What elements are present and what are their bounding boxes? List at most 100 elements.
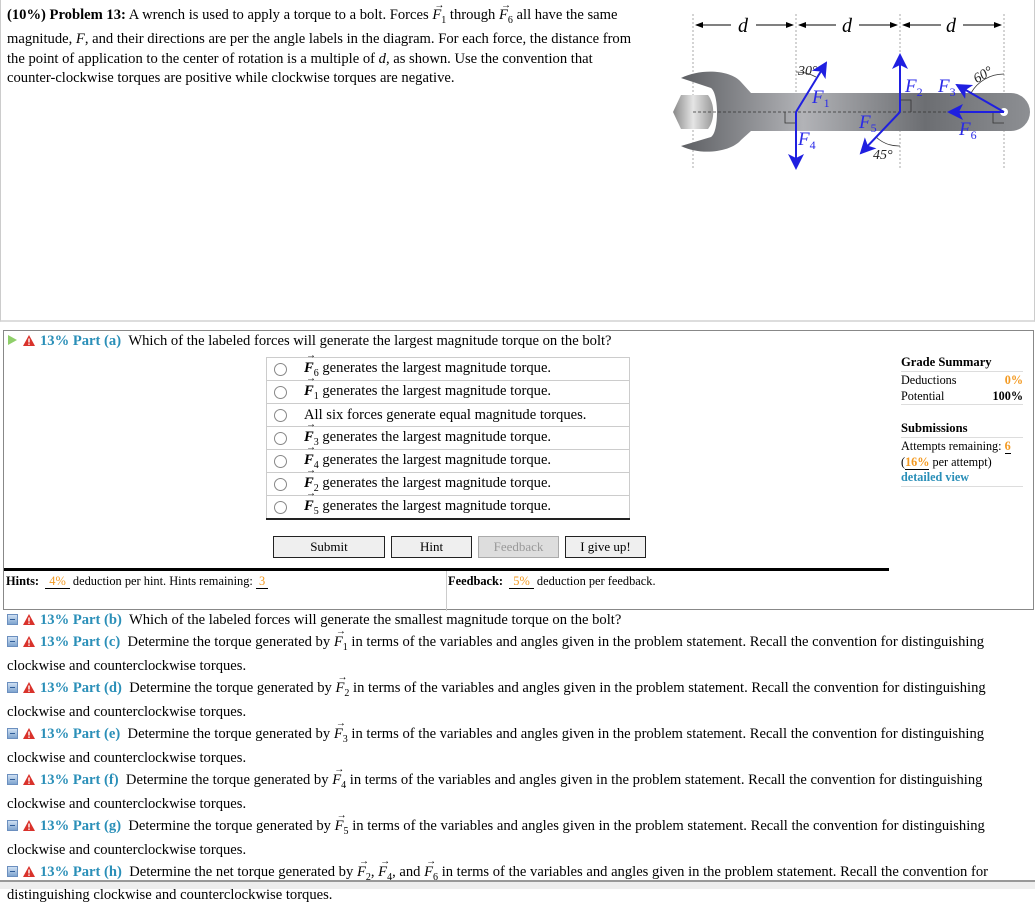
collapse-icon[interactable] <box>7 636 18 647</box>
other-parts-list: 13% Part (b) Which of the labeled forces… <box>7 611 1022 908</box>
part-item[interactable]: 13% Part (b) Which of the labeled forces… <box>7 611 1022 629</box>
per-attempt-value: 16% <box>905 455 930 470</box>
collapse-icon[interactable] <box>7 773 18 785</box>
problem-statement: (10%) Problem 13: A wrench is used to ap… <box>7 0 643 89</box>
expand-arrow-icon[interactable] <box>8 335 17 345</box>
radio-button[interactable] <box>274 362 287 376</box>
answer-choice[interactable]: F2 generates the largest magnitude torqu… <box>266 465 630 495</box>
part-label: Part (g) <box>72 817 122 834</box>
part-percent: 13% <box>40 612 70 628</box>
warning-icon <box>23 727 35 739</box>
answer-choice[interactable]: F3 generates the largest magnitude torqu… <box>266 419 630 449</box>
part-label: Part (f) <box>72 771 119 788</box>
part-percent: 13% <box>40 679 70 696</box>
part-label: Part (e) <box>72 725 121 742</box>
attempts-label: Attempts remaining: <box>901 439 1002 453</box>
feedback-button: Feedback <box>478 536 559 558</box>
force-label-F1: F1 <box>811 87 830 110</box>
part-a-header: 13% Part (a) Which of the labeled forces… <box>8 333 612 350</box>
part-label: Part (d) <box>72 679 122 696</box>
submissions-title: Submissions <box>901 421 968 435</box>
part-percent: 13% <box>40 333 70 349</box>
submit-button[interactable]: Submit <box>273 536 385 558</box>
radio-button[interactable] <box>274 408 287 422</box>
part-item[interactable]: 13% Part (g) Determine the torque genera… <box>7 807 1022 859</box>
part-percent: 13% <box>40 771 70 788</box>
part-percent: 13% <box>40 817 70 834</box>
answer-choice[interactable]: F4 generates the largest magnitude torqu… <box>266 442 630 472</box>
answer-choice[interactable]: F6 generates the largest magnitude torqu… <box>266 350 630 380</box>
footer-bar <box>0 880 1035 889</box>
choice-text: F3 generates the largest magnitude torqu… <box>304 419 551 448</box>
collapse-icon[interactable] <box>7 819 18 831</box>
warning-icon <box>23 335 35 346</box>
part-question: Determine the torque generated by <box>127 725 331 742</box>
warning-icon <box>23 865 35 877</box>
variable-F: F <box>75 31 85 48</box>
part-item[interactable]: 13% Part (d) Determine the torque genera… <box>7 669 1022 721</box>
collapse-icon[interactable] <box>7 865 18 877</box>
choice-text: F6 generates the largest magnitude torqu… <box>304 350 551 379</box>
grade-summary-title: Grade Summary <box>901 355 1023 372</box>
action-buttons: Submit Hint Feedback I give up! <box>273 536 646 558</box>
detailed-view-link[interactable]: detailed view <box>901 470 1023 487</box>
vector-F6: F6 <box>499 0 513 30</box>
angle-label-45: 45° <box>873 148 893 163</box>
hints-remaining: 3 <box>255 574 269 589</box>
variable-d: d <box>378 50 386 67</box>
part-percent: 13% <box>40 863 70 880</box>
attempts-value: 6 <box>1004 439 1011 454</box>
give-up-button[interactable]: I give up! <box>565 536 646 558</box>
per-attempt-text: per attempt) <box>929 455 992 469</box>
choice-text: F1 generates the largest magnitude torqu… <box>304 373 551 402</box>
distance-label: d <box>946 15 957 37</box>
part-question: Determine the torque generated by <box>128 817 331 834</box>
warning-icon <box>23 636 35 647</box>
problem-text-part: A wrench is used to apply a torque to a … <box>128 7 429 23</box>
answer-choice[interactable]: All six forces generate equal magnitude … <box>266 403 630 426</box>
part-question: Determine the torque generated by <box>127 634 331 650</box>
collapse-icon[interactable] <box>7 727 18 739</box>
collapse-icon[interactable] <box>7 681 18 693</box>
feedback-deduction: 5% <box>509 574 534 589</box>
force-label-F2: F2 <box>904 76 923 99</box>
feedback-info: Feedback: 5% deduction per feedback. <box>448 574 656 589</box>
answer-choice[interactable]: F1 generates the largest magnitude torqu… <box>266 373 630 403</box>
vector-F4: F4 <box>332 761 346 795</box>
choice-text: F5 generates the largest magnitude torqu… <box>304 488 551 517</box>
part-percent: 13% <box>40 634 70 650</box>
potential-value: 100% <box>992 389 1023 403</box>
hints-info: Hints: 4% deduction per hint. Hints rema… <box>6 574 269 589</box>
part-question: Determine the torque generated by <box>129 679 332 696</box>
radio-button[interactable] <box>274 477 287 491</box>
hint-button[interactable]: Hint <box>391 536 472 558</box>
angle-label-60: 60° <box>971 64 996 87</box>
choice-text: F2 generates the largest magnitude torqu… <box>304 465 551 494</box>
warning-icon <box>23 773 35 785</box>
radio-button[interactable] <box>274 431 287 445</box>
answer-choice[interactable]: F5 generates the largest magnitude torqu… <box>266 488 630 518</box>
force-label-F4: F4 <box>797 129 816 152</box>
part-percent: 13% <box>40 725 70 742</box>
problem-text-part: through <box>449 7 496 23</box>
part-item[interactable]: 13% Part (c) Determine the torque genera… <box>7 623 1022 675</box>
choice-text: All six forces generate equal magnitude … <box>304 406 587 423</box>
part-a-panel: 13% Part (a) Which of the labeled forces… <box>3 330 1034 611</box>
deductions-value: 0% <box>1004 373 1023 387</box>
radio-button[interactable] <box>274 500 287 514</box>
radio-button[interactable] <box>274 454 287 468</box>
collapse-icon[interactable] <box>7 614 18 625</box>
answer-choices: F6 generates the largest magnitude torqu… <box>266 350 630 520</box>
force-label-F3: F3 <box>937 76 956 99</box>
part-label: Part (a) <box>72 333 122 349</box>
wrench-diagram: d d d 30° 45° 60° F1 F2 F3 F4 F5 F6 <box>673 14 1030 170</box>
vector-F2: F2 <box>335 669 349 703</box>
part-item[interactable]: 13% Part (e) Determine the torque genera… <box>7 715 1022 767</box>
part-item[interactable]: 13% Part (f) Determine the torque genera… <box>7 761 1022 813</box>
angle-label-30: 30° <box>797 64 818 79</box>
choice-text: F4 generates the largest magnitude torqu… <box>304 442 551 471</box>
vector-F5: F5 <box>335 807 349 841</box>
hint-deduction: 4% <box>45 574 70 589</box>
vector-F1: F1 <box>432 0 446 30</box>
radio-button[interactable] <box>274 385 287 399</box>
